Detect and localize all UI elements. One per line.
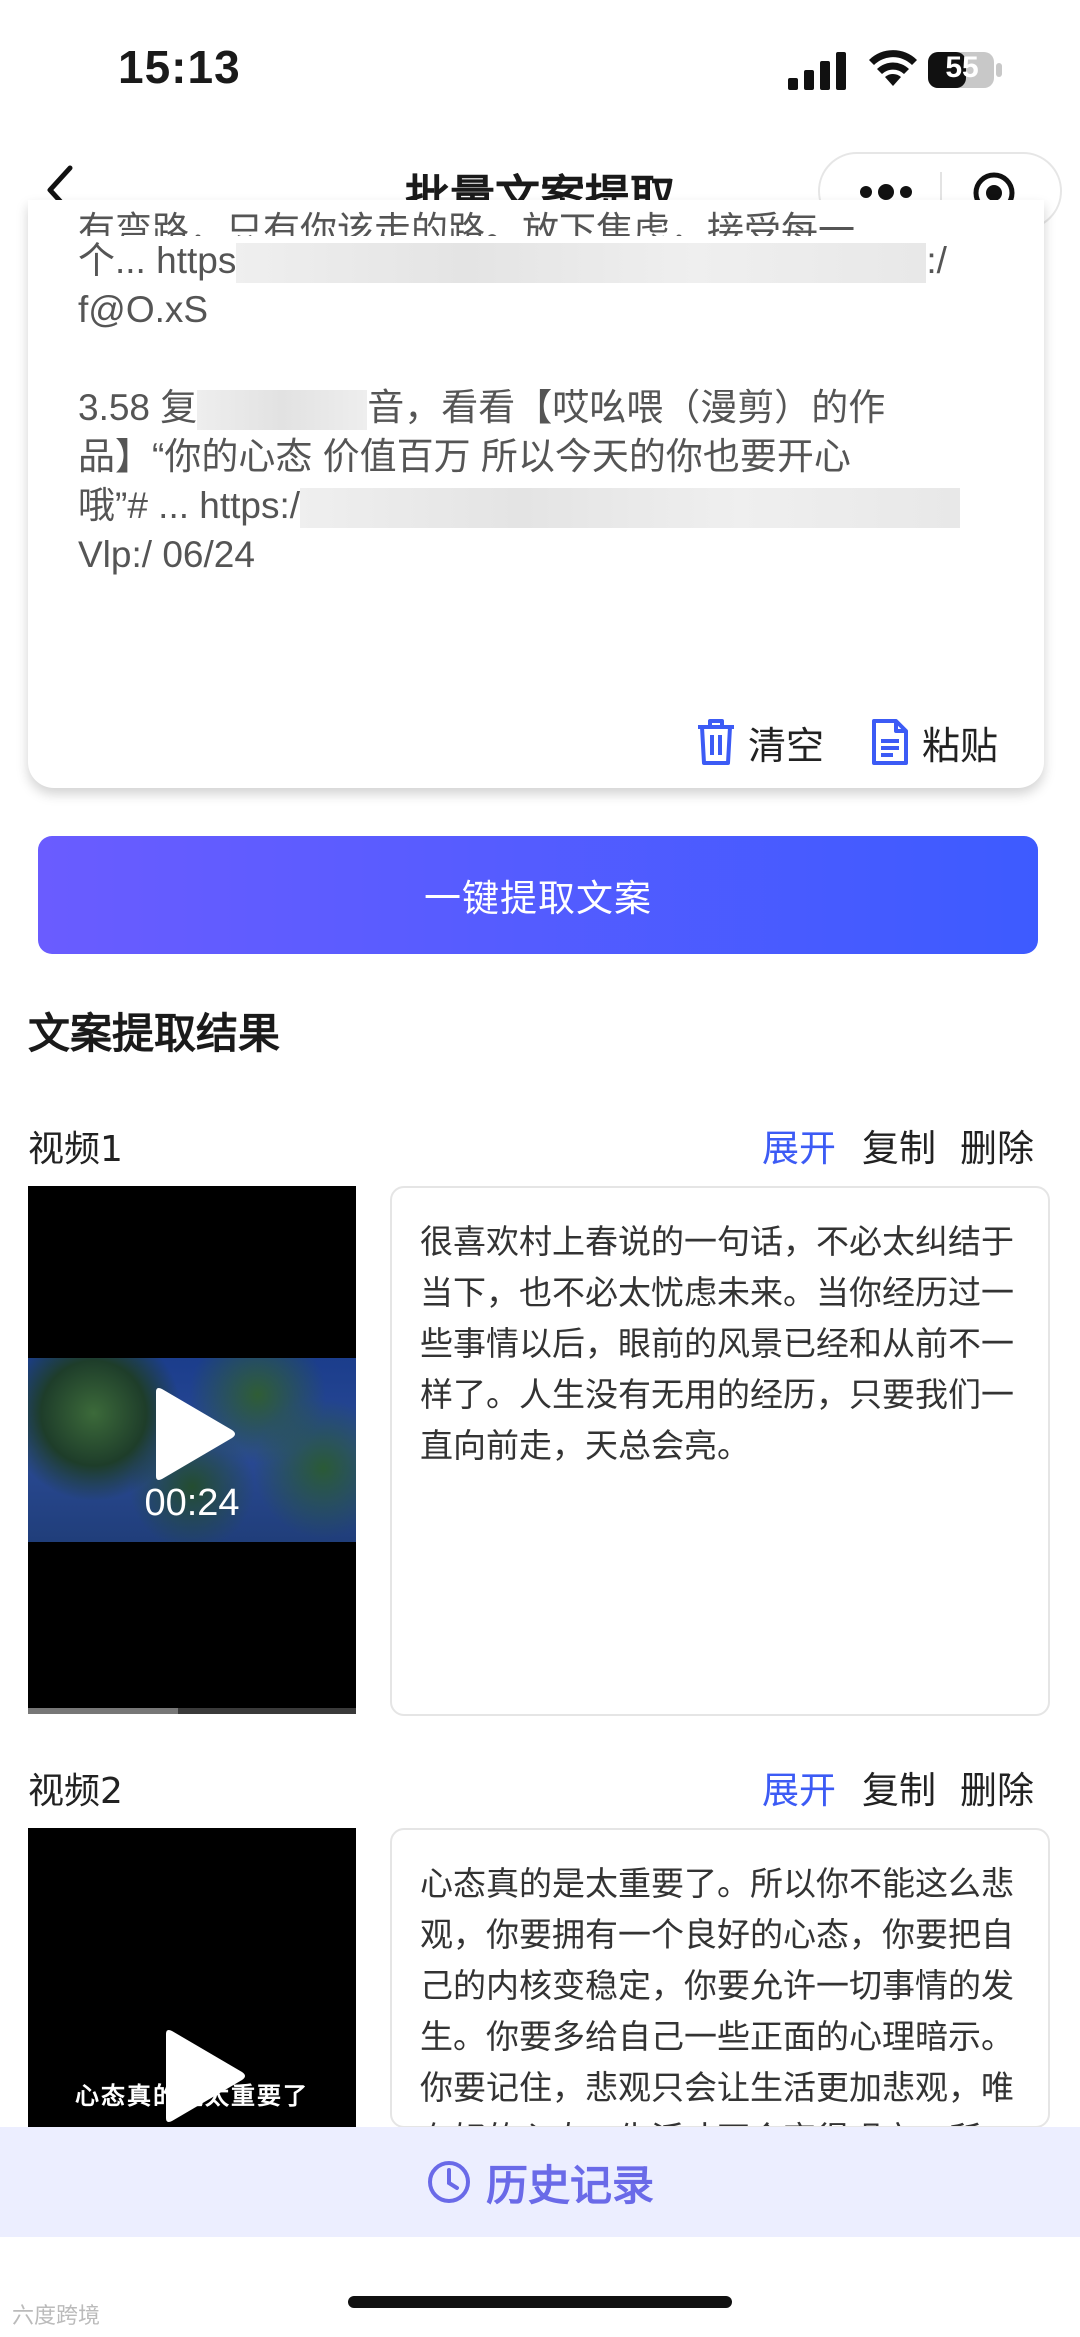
redacted-block — [236, 243, 927, 284]
home-indicator — [348, 2296, 732, 2308]
redacted-block — [300, 488, 961, 529]
video-1-duration: 00:24 — [144, 1482, 240, 1524]
wifi-icon — [869, 50, 917, 86]
clear-button[interactable]: 清空 — [694, 712, 824, 772]
video-1-thumbnail[interactable]: 00:24 — [28, 1186, 356, 1714]
video-2-text-box[interactable]: 心态真的是太重要了。所以你不能这么悲观，你要拥有一个良好的心态，你要把自己的内核… — [390, 1828, 1050, 2128]
video-2-copy-button[interactable]: 复制 — [862, 1760, 936, 1814]
entry1-text-a: 个... https — [78, 240, 237, 281]
play-icon[interactable] — [148, 1386, 238, 1482]
video-2-delete-button[interactable]: 删除 — [960, 1760, 1034, 1814]
paste-label: 粘贴 — [922, 723, 999, 768]
clock-icon — [427, 2161, 470, 2203]
results-title: 文案提取结果 — [28, 1009, 281, 1058]
extract-copy-button[interactable]: 一键提取文案 — [38, 836, 1038, 954]
video-1-transcript: 很喜欢村上春说的一句话，不必太纠结于当下，也不必太忧虑未来。当你经历过一些事情以… — [420, 1222, 1014, 1465]
video-2-label: 视频2 — [28, 1771, 123, 1812]
video-1-expand-button[interactable]: 展开 — [762, 1118, 836, 1172]
entry2-text-e: Vlp:/ 06/24 — [78, 534, 255, 575]
link-input-text[interactable]: 有弯路，只有你该走的路。放下焦虑，接受每一 个... https :/ f@O.x… — [78, 210, 1018, 599]
entry2-text-b: 音，看看【哎吆喂（漫剪）的作 — [367, 387, 886, 428]
more-icon[interactable] — [856, 182, 916, 202]
paste-button[interactable]: 粘贴 — [868, 712, 998, 772]
video-1-text-box[interactable]: 很喜欢村上春说的一句话，不必太纠结于当下，也不必太忧虑未来。当你经历过一些事情以… — [390, 1186, 1050, 1716]
video-1-label: 视频1 — [28, 1129, 123, 1170]
video-1-delete-button[interactable]: 删除 — [960, 1118, 1034, 1172]
video-1-progress-track — [28, 1708, 356, 1714]
entry1-text-c: f@O.xS — [78, 289, 209, 330]
video-1-progress-fill — [28, 1708, 178, 1714]
history-button[interactable]: 历史记录 — [0, 2127, 1080, 2237]
redacted-block — [197, 390, 368, 431]
clear-label: 清空 — [748, 723, 825, 768]
entry2-text-c: 品】“你的心态 价值百万 所以今天的你也要开心 — [78, 436, 851, 477]
document-icon — [872, 719, 908, 765]
battery-level: 55 — [945, 51, 979, 84]
entry2-text-d: 哦”# ... https:/ — [78, 485, 301, 526]
cellular-signal-icon — [788, 52, 846, 90]
watermark: 六度跨境 — [12, 2304, 101, 2329]
status-time: 15:13 — [118, 41, 241, 93]
entry1-text-b: :/ — [926, 240, 947, 281]
video-2-caption: 心态真的是太重要了 — [75, 2081, 309, 2110]
video-1-copy-button[interactable]: 复制 — [862, 1118, 936, 1172]
history-label: 历史记录 — [485, 2160, 654, 2210]
video-2-transcript: 心态真的是太重要了。所以你不能这么悲观，你要拥有一个良好的心态，你要把自己的内核… — [420, 1864, 1014, 2126]
video-2-expand-button[interactable]: 展开 — [762, 1760, 836, 1814]
video-2-thumbnail[interactable]: 心态真的是太重要了 — [28, 1828, 356, 2128]
trash-icon — [698, 719, 734, 765]
entry2-text-a: 3.58 复 — [78, 387, 198, 428]
battery-icon: 55 — [928, 50, 1004, 90]
partial-line: 有弯路，只有你该走的路。放下焦虑，接受每一 — [78, 210, 855, 236]
